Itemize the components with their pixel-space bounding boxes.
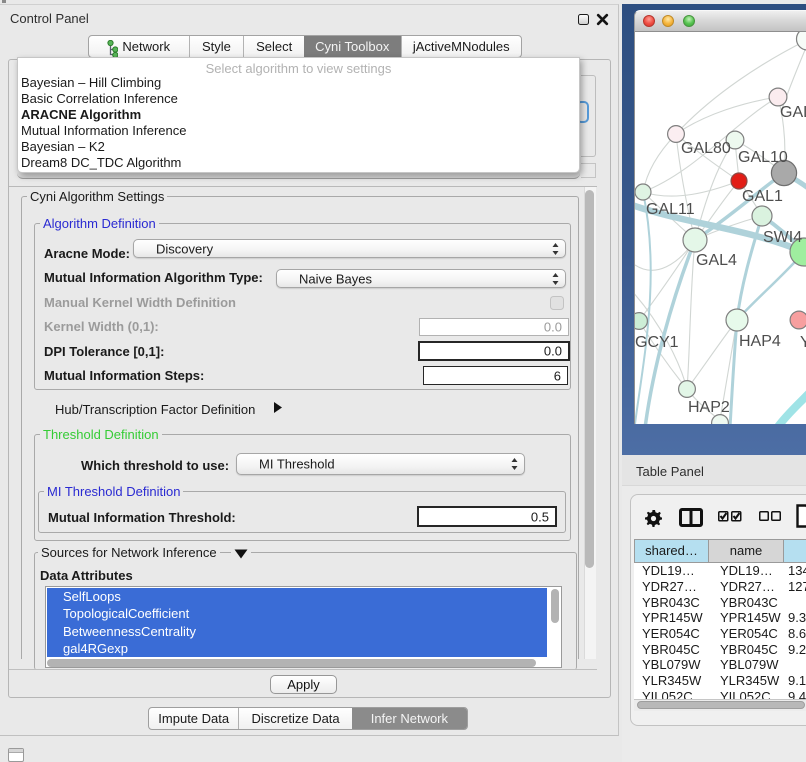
svg-text:HAP4: HAP4 — [739, 333, 781, 350]
svg-text:GAL1: GAL1 — [742, 188, 783, 205]
svg-text:GAL80: GAL80 — [681, 140, 731, 157]
svg-text:GAL11: GAL11 — [646, 201, 695, 218]
svg-text:Y: Y — [800, 334, 806, 351]
svg-text:SWI4: SWI4 — [763, 229, 802, 246]
svg-text:HAP2: HAP2 — [688, 399, 730, 416]
svg-text:GAL: GAL — [780, 104, 806, 121]
svg-text:GAL4: GAL4 — [696, 252, 737, 269]
svg-text:GCY1: GCY1 — [635, 334, 679, 351]
svg-text:GAL10: GAL10 — [738, 149, 788, 166]
